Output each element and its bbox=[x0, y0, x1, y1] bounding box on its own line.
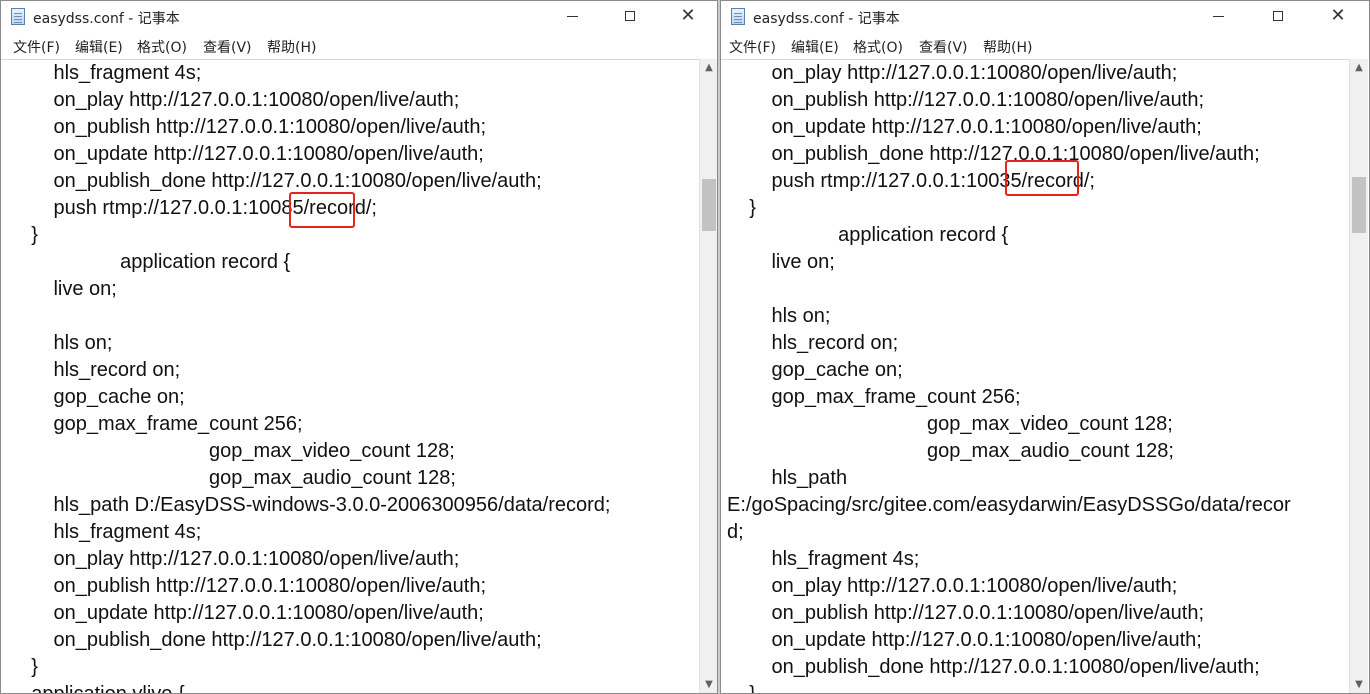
text-line: on_publish http://127.0.0.1:10080/open/l… bbox=[9, 116, 487, 138]
text-line: gop_cache on; bbox=[9, 386, 185, 408]
text-line: hls_record on; bbox=[9, 359, 181, 381]
scroll-up-icon[interactable]: ▲ bbox=[700, 59, 717, 76]
text-line: on_update http://127.0.0.1:10080/open/li… bbox=[727, 116, 1202, 138]
text-line: on_publish_done http://127.0.0.1:10080/o… bbox=[727, 143, 1260, 165]
text-line: gop_max_frame_count 256; bbox=[9, 413, 303, 435]
maximize-icon[interactable] bbox=[1255, 1, 1301, 31]
menu-bar: 文件(F) 编辑(E) 格式(O) 查看(V) 帮助(H) bbox=[1, 35, 717, 57]
minimize-icon[interactable] bbox=[1195, 1, 1241, 31]
text-editor[interactable]: on_play http://127.0.0.1:10080/open/live… bbox=[721, 59, 1349, 693]
text-line: hls on; bbox=[727, 305, 831, 327]
title-bar[interactable]: easydss.conf - 记事本 ✕ bbox=[1, 1, 717, 33]
menu-edit[interactable]: 编辑(E) bbox=[75, 37, 123, 57]
text-line: hls_fragment 4s; bbox=[9, 62, 202, 84]
text-line: } bbox=[727, 197, 756, 219]
window-title: easydss.conf - 记事本 bbox=[33, 11, 180, 27]
text-line: hls_path bbox=[727, 467, 848, 489]
text-line: on_publish http://127.0.0.1:10080/open/l… bbox=[727, 89, 1205, 111]
text-line: gop_max_audio_count 128; bbox=[727, 440, 1174, 462]
text-line: d; bbox=[727, 521, 744, 543]
menu-format[interactable]: 格式(O) bbox=[137, 37, 187, 57]
title-bar[interactable]: easydss.conf - 记事本 ✕ bbox=[721, 1, 1369, 33]
menu-help[interactable]: 帮助(H) bbox=[983, 37, 1032, 57]
scroll-down-icon[interactable]: ▼ bbox=[700, 676, 717, 693]
text-line: on_publish_done http://127.0.0.1:10080/o… bbox=[727, 656, 1260, 678]
text-line: on_publish http://127.0.0.1:10080/open/l… bbox=[727, 602, 1205, 624]
menu-format[interactable]: 格式(O) bbox=[853, 37, 903, 57]
text-line: on_update http://127.0.0.1:10080/open/li… bbox=[9, 602, 484, 624]
text-line: gop_cache on; bbox=[727, 359, 903, 381]
menu-file[interactable]: 文件(F) bbox=[13, 37, 60, 57]
text-line: gop_max_frame_count 256; bbox=[727, 386, 1021, 408]
text-editor[interactable]: hls_fragment 4s; on_play http://127.0.0.… bbox=[1, 59, 699, 693]
maximize-icon[interactable] bbox=[607, 1, 653, 31]
text-line: on_publish_done http://127.0.0.1:10080/o… bbox=[9, 170, 542, 192]
scroll-thumb[interactable] bbox=[702, 179, 716, 231]
window-title: easydss.conf - 记事本 bbox=[753, 11, 900, 27]
text-line: on_play http://127.0.0.1:10080/open/live… bbox=[9, 548, 460, 570]
menu-help[interactable]: 帮助(H) bbox=[267, 37, 316, 57]
menu-view[interactable]: 查看(V) bbox=[203, 37, 252, 57]
menu-bar: 文件(F) 编辑(E) 格式(O) 查看(V) 帮助(H) bbox=[721, 35, 1369, 57]
text-line: application vlive { bbox=[9, 681, 184, 693]
text-line: } bbox=[727, 681, 756, 693]
minimize-icon[interactable] bbox=[549, 1, 595, 31]
vertical-scrollbar[interactable]: ▲ ▼ bbox=[1349, 59, 1368, 693]
text-line: application record { bbox=[9, 251, 291, 273]
text-line: on_play http://127.0.0.1:10080/open/live… bbox=[9, 89, 460, 111]
close-icon[interactable]: ✕ bbox=[665, 1, 711, 31]
text-line: on_update http://127.0.0.1:10080/open/li… bbox=[727, 629, 1202, 651]
scroll-up-icon[interactable]: ▲ bbox=[1350, 59, 1368, 76]
vertical-scrollbar[interactable]: ▲ ▼ bbox=[699, 59, 717, 693]
text-line: hls_fragment 4s; bbox=[727, 548, 920, 570]
text-line: application record { bbox=[727, 224, 1009, 246]
text-line: hls_fragment 4s; bbox=[9, 521, 202, 543]
close-icon[interactable]: ✕ bbox=[1315, 1, 1361, 31]
text-line: gop_max_video_count 128; bbox=[9, 440, 455, 462]
text-line: hls on; bbox=[9, 332, 113, 354]
menu-file[interactable]: 文件(F) bbox=[729, 37, 776, 57]
notepad-window-right: easydss.conf - 记事本 ✕ 文件(F) 编辑(E) 格式(O) 查… bbox=[720, 0, 1370, 694]
text-line: on_play http://127.0.0.1:10080/open/live… bbox=[727, 62, 1178, 84]
notepad-window-left: easydss.conf - 记事本 ✕ 文件(F) 编辑(E) 格式(O) 查… bbox=[0, 0, 718, 694]
notepad-icon bbox=[731, 8, 745, 25]
scroll-thumb[interactable] bbox=[1352, 177, 1366, 233]
highlight-port-box bbox=[289, 192, 355, 228]
text-line: } bbox=[9, 224, 38, 246]
text-line: hls_record on; bbox=[727, 332, 899, 354]
text-line: } bbox=[9, 656, 38, 678]
highlight-port-box bbox=[1005, 160, 1079, 196]
text-line: live on; bbox=[9, 278, 117, 300]
menu-view[interactable]: 查看(V) bbox=[919, 37, 968, 57]
scroll-down-icon[interactable]: ▼ bbox=[1350, 676, 1368, 693]
text-line: on_play http://127.0.0.1:10080/open/live… bbox=[727, 575, 1178, 597]
text-line: on_update http://127.0.0.1:10080/open/li… bbox=[9, 143, 484, 165]
text-line: on_publish_done http://127.0.0.1:10080/o… bbox=[9, 629, 542, 651]
menu-edit[interactable]: 编辑(E) bbox=[791, 37, 839, 57]
text-line: hls_path D:/EasyDSS-windows-3.0.0-200630… bbox=[9, 494, 611, 516]
text-line: gop_max_audio_count 128; bbox=[9, 467, 456, 489]
text-line: on_publish http://127.0.0.1:10080/open/l… bbox=[9, 575, 487, 597]
text-line: live on; bbox=[727, 251, 835, 273]
notepad-icon bbox=[11, 8, 25, 25]
text-line: E:/goSpacing/src/gitee.com/easydarwin/Ea… bbox=[727, 494, 1291, 516]
text-line: gop_max_video_count 128; bbox=[727, 413, 1173, 435]
